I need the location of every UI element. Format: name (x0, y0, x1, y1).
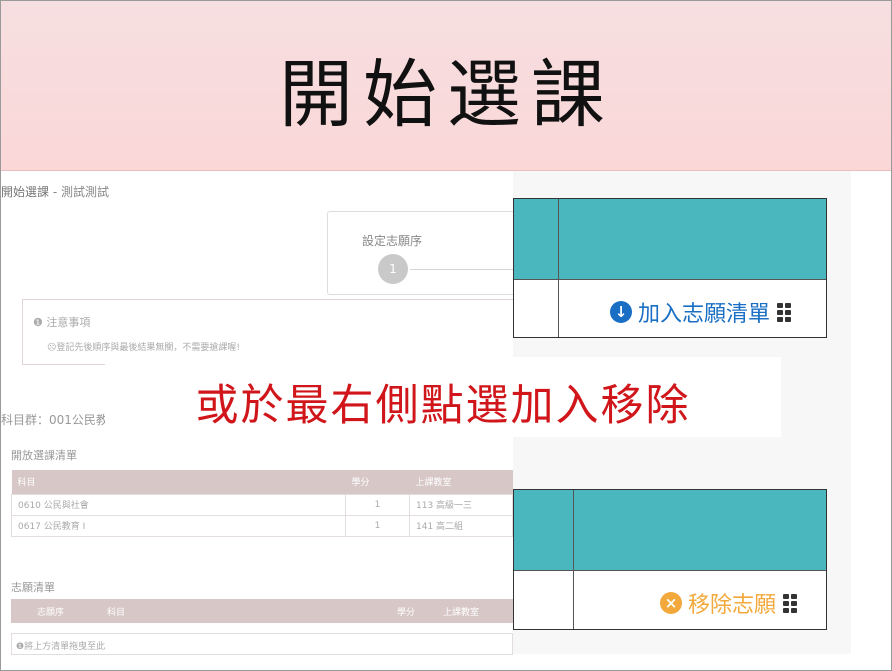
col-subject: 科目 (101, 599, 391, 623)
table-row[interactable]: 0610 公民與社會 1 113 高級一三 (11, 493, 513, 516)
cell-subject: 0610 公民與社會 (11, 493, 346, 516)
row-divider (514, 570, 826, 571)
step-indicator: 設定志願序 1 (327, 211, 514, 295)
right-margin (851, 171, 891, 670)
column-divider (558, 199, 559, 337)
table-row[interactable]: 0617 公民教育 I 1 141 高二組 (11, 514, 513, 537)
open-course-table: 科目 學分 上課教室 0610 公民與社會 1 113 高級一三 0617 公民… (11, 470, 513, 537)
zoom-wish-table: × 移除志願 (513, 489, 827, 630)
wish-list-empty-note: ❶將上方清單拖曳至此 (11, 633, 513, 655)
col-credit: 學分 (391, 599, 437, 623)
breadcrumb: 開始選課 - 測試測試 (1, 183, 109, 200)
instruction-callout: 或於最右側點選加入移除 (105, 357, 781, 437)
open-list-title: 開放選課清單 (11, 449, 77, 462)
info-icon: ❶ (33, 316, 47, 329)
arrow-down-circle-icon: ↓ (610, 301, 632, 323)
slide-title: 開始選課 (279, 52, 615, 138)
breadcrumb-sub: - 測試測試 (49, 185, 109, 199)
notice-title: 注意事項 (46, 316, 91, 329)
step-number: 1 (378, 254, 408, 284)
cell-subject: 0617 公民教育 I (11, 514, 346, 537)
cell-credit: 1 (345, 514, 410, 537)
add-label: 加入志願清單 (638, 302, 771, 327)
notice-text: 登記先後順序與最後結果無關，不需要搶課喔! (56, 343, 240, 353)
drag-handle-icon[interactable] (783, 593, 798, 613)
step-connector (410, 269, 514, 270)
zoom-open-table: ↓ 加入志願清單 (513, 198, 827, 338)
cell-room: 141 高二組 (409, 514, 513, 537)
subject-group: 科目群：001公民教 (1, 413, 108, 427)
title-banner: 開始選課 (1, 1, 891, 171)
notice-box: ❶ 注意事項 ☹登記先後順序與最後結果無關，不需要搶課喔! (22, 299, 513, 365)
cell-room: 113 高級一三 (409, 493, 513, 516)
drag-handle-icon[interactable] (777, 302, 792, 322)
cell-credit: 1 (345, 493, 410, 516)
info-icon: ❶ (16, 642, 25, 652)
col-room: 上課教室 (409, 470, 513, 494)
slide: 開始選課 開始選課 - 測試測試 設定志願序 1 ❶ 注意事項 ☹登記先後順序與… (0, 0, 892, 671)
col-subject: 科目 (11, 470, 346, 494)
table-header (514, 199, 826, 279)
table-header (514, 490, 826, 570)
add-to-wishlist-button[interactable]: ↓ 加入志願清單 (610, 296, 792, 328)
smiley-icon: ☹ (47, 343, 57, 353)
column-divider (573, 490, 574, 629)
step-label: 設定志願序 (362, 234, 423, 248)
col-room: 上課教室 (437, 599, 513, 623)
remove-wish-button[interactable]: × 移除志願 (660, 587, 798, 619)
x-circle-icon: × (660, 592, 682, 614)
wish-list-title: 志願清單 (11, 581, 55, 594)
remove-label: 移除志願 (688, 593, 777, 618)
col-order: 志願序 (11, 599, 101, 623)
row-divider (514, 279, 826, 280)
wish-list-table: 志願序 科目 學分 上課教室 (11, 599, 513, 623)
wish-list-note-text: 將上方清單拖曳至此 (24, 642, 106, 652)
breadcrumb-main: 開始選課 (1, 185, 50, 199)
col-credit: 學分 (345, 470, 410, 494)
callout-text: 或於最右側點選加入移除 (195, 381, 691, 431)
